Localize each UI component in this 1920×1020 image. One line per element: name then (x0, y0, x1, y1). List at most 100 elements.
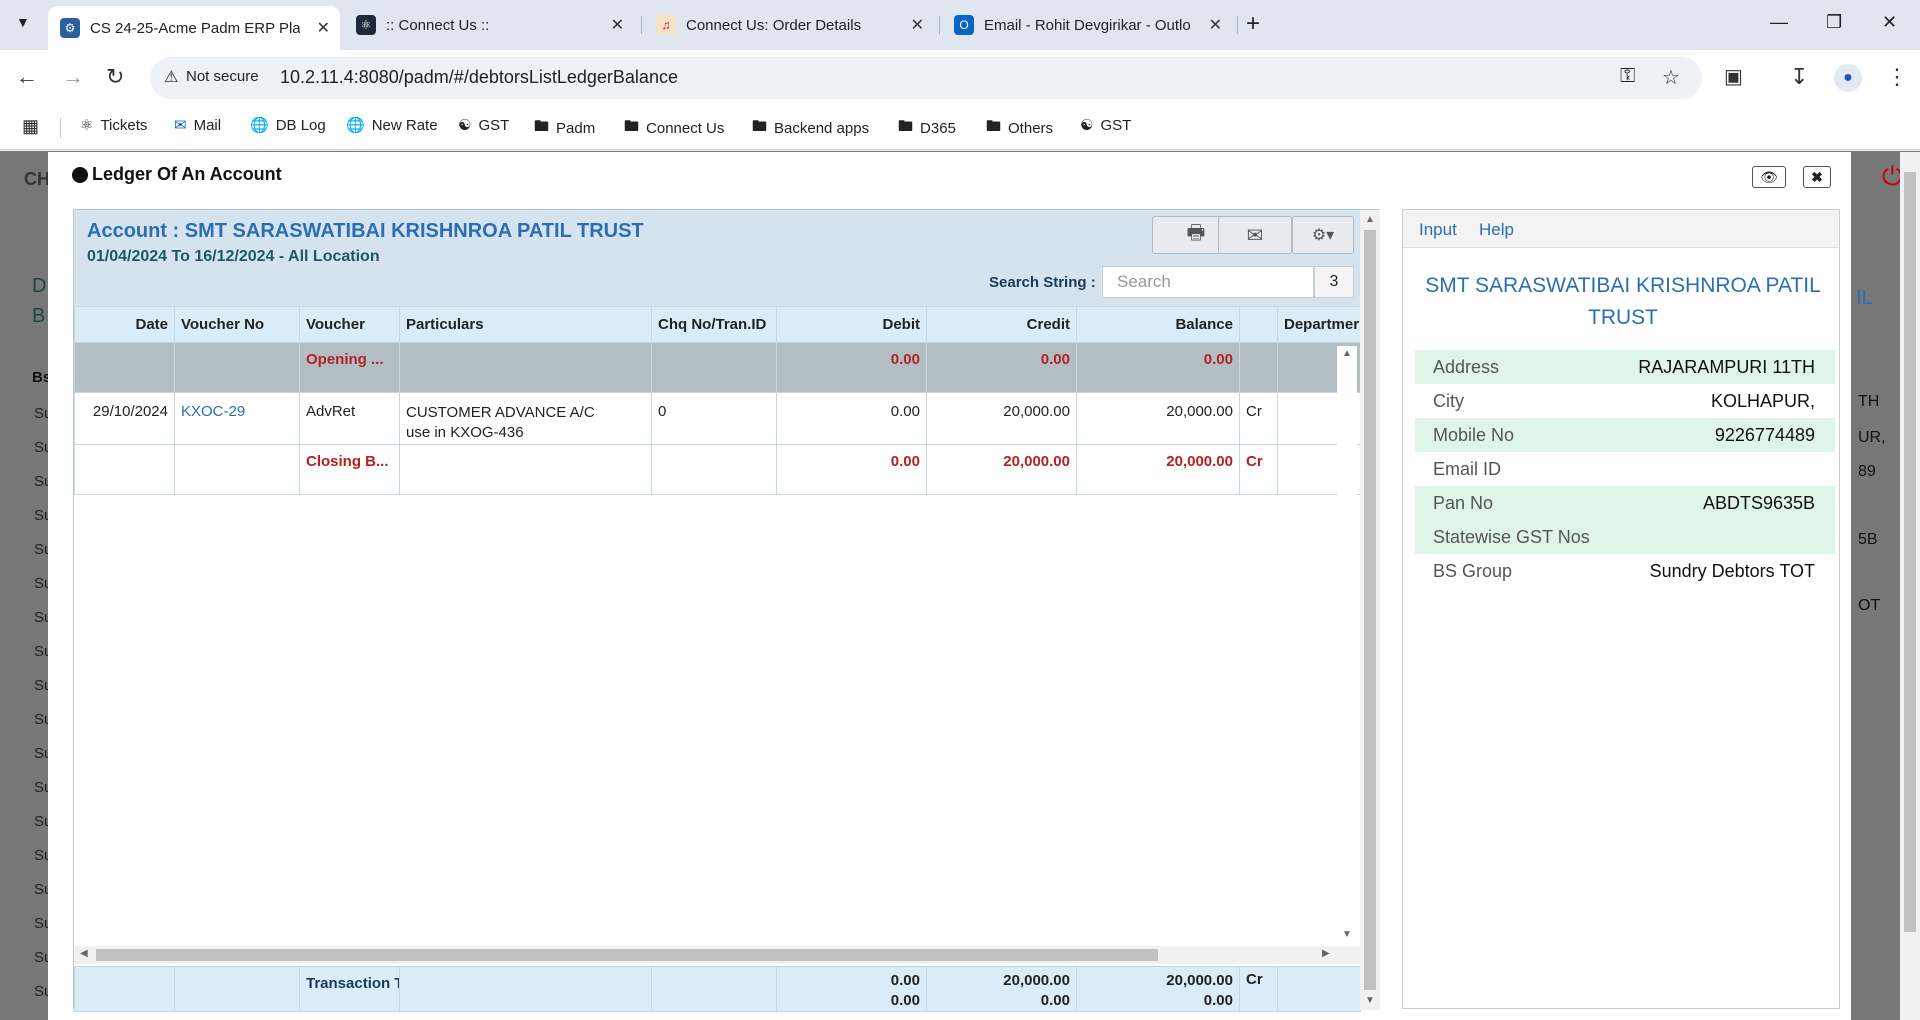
field-gst: Statewise GST Nos (1415, 520, 1835, 554)
scroll-up-arrow-icon[interactable]: ▲ (1342, 348, 1352, 359)
scroll-up-arrow-icon[interactable]: ▲ (1365, 214, 1375, 225)
row-balance: 20,000.00 (1076, 392, 1240, 445)
bookmark-others[interactable]: 🖿 Others (986, 116, 1053, 141)
modal-vscroll-thumb[interactable] (1904, 172, 1916, 932)
info-account-name: SMT SARASWATIBAI KRISHNROA PATIL TRUST (1425, 274, 1821, 329)
col-voucher-no[interactable]: Voucher No (174, 306, 300, 343)
react-app-icon: ⚙ (60, 18, 80, 38)
reload-icon[interactable]: ↻ (106, 64, 124, 90)
particulars-line: CUSTOMER ADVANCE A/C (406, 404, 595, 421)
bookmark-label: DB Log (275, 116, 326, 134)
closing-row[interactable]: Closing B... 0.00 20,000.00 20,000.00 Cr (74, 444, 1361, 495)
profile-icon[interactable]: ● (1834, 64, 1862, 92)
col-voucher[interactable]: Voucher (299, 306, 400, 343)
col-balance[interactable]: Balance (1076, 306, 1240, 343)
new-tab-icon[interactable]: + (1246, 10, 1260, 38)
col-credit[interactable]: Credit (926, 306, 1077, 343)
table-vscroll[interactable]: ▲ ▼ (1337, 346, 1357, 942)
modal-vscroll[interactable] (1900, 152, 1920, 1020)
browser-tab-erp[interactable]: ⚙ CS 24-25-Acme Padm ERP Platf ✕ (48, 6, 340, 50)
bookmark-label: New Rate (371, 116, 438, 134)
back-icon[interactable]: ← (16, 64, 38, 90)
browser-tab-connect-us[interactable]: ⚛ :: Connect Us :: ✕ (344, 8, 634, 42)
col-date[interactable]: Date (74, 306, 175, 343)
totals-debit-value: 0.00 (890, 972, 920, 989)
bookmark-d365[interactable]: 🖿 D365 (898, 116, 956, 141)
key-icon[interactable]: ⚿ (1620, 65, 1635, 88)
hide-eye-button[interactable]: 👁 (1752, 166, 1786, 188)
close-tab-icon[interactable]: ✕ (317, 18, 330, 38)
modal-close-button[interactable]: ✖ (1803, 166, 1831, 188)
tab-help[interactable]: Help (1479, 220, 1514, 240)
bookmark-padm[interactable]: 🖿 Padm (534, 116, 595, 141)
bookmark-gst-2[interactable]: ☯ GST (1080, 116, 1131, 135)
scroll-right-arrow-icon[interactable]: ▶ (1322, 948, 1330, 959)
search-label: Search String : (989, 274, 1096, 291)
close-tab-icon[interactable]: ✕ (611, 15, 624, 35)
totals-drcr: Cr (1239, 966, 1278, 1012)
outlook-icon: O (954, 15, 974, 35)
opening-row[interactable]: Opening ... 0.00 0.00 0.00 (74, 342, 1361, 393)
scroll-down-arrow-icon[interactable]: ▼ (1342, 929, 1352, 940)
settings-dropdown-button[interactable]: ⚙▾ (1292, 216, 1354, 254)
react-icon: ⚛ (80, 117, 94, 134)
bookmark-backend-apps[interactable]: 🖿 Backend apps (752, 116, 869, 141)
star-icon[interactable]: ☆ (1662, 65, 1680, 90)
col-drcr[interactable] (1239, 306, 1278, 343)
ledger-vscroll[interactable]: ▲ ▼ (1360, 210, 1380, 1010)
emblem-icon: ☯ (458, 117, 472, 134)
close-tab-icon[interactable]: ✕ (1209, 15, 1222, 35)
browser-tab-order-details[interactable]: ♫ Connect Us: Order Details ✕ (644, 8, 934, 42)
field-value: KOLHAPUR, (1710, 390, 1815, 411)
scroll-left-arrow-icon[interactable]: ◀ (80, 948, 88, 959)
bookmark-label: Others (1008, 120, 1054, 137)
hscroll-thumb[interactable] (96, 949, 1158, 961)
extensions-icon[interactable]: ▣ (1724, 64, 1743, 89)
closing-drcr: Cr (1239, 444, 1278, 495)
minimize-icon[interactable]: — (1770, 12, 1788, 33)
apps-grid-icon[interactable]: ▦ (22, 116, 39, 137)
closing-debit: 0.00 (776, 444, 927, 495)
bookmark-tickets[interactable]: ⚛ Tickets (80, 116, 147, 135)
vscroll-thumb[interactable] (1364, 230, 1376, 990)
close-tab-icon[interactable]: ✕ (911, 15, 924, 35)
table-row[interactable]: 29/10/2024 KXOC-29 AdvRet CUSTOMER ADVAN… (74, 392, 1361, 445)
col-department[interactable]: Departmer (1277, 306, 1361, 343)
menu-icon[interactable]: ⋮ (1886, 64, 1908, 90)
field-value: Sundry Debtors TOT (1649, 560, 1815, 581)
tab-search-chevron-icon[interactable]: ▼ (16, 14, 30, 30)
security-chip[interactable]: Not secure (186, 68, 259, 85)
bookmark-new-rate[interactable]: 🌐 New Rate (346, 116, 438, 135)
row-voucher-no-link[interactable]: KXOC-29 (174, 392, 300, 445)
email-button[interactable]: ✉ (1218, 216, 1292, 254)
tab-title: Email - Rohit Devgirikar - Outlo (984, 16, 1191, 34)
totals-credit-value: 20,000.00 (1003, 972, 1070, 989)
row-particulars: CUSTOMER ADVANCE A/C use in KXOG-436 (399, 392, 652, 445)
url-text[interactable]: 10.2.11.4:8080/padm/#/debtorsListLedgerB… (280, 67, 678, 88)
bookmark-label: Padm (556, 120, 596, 137)
download-icon[interactable]: ↧ (1790, 64, 1808, 90)
bookmark-mail[interactable]: ✉ Mail (174, 116, 221, 135)
totals-debit: 0.00 0.00 (776, 966, 927, 1012)
omnibox[interactable]: ⚠ Not secure 10.2.11.4:8080/padm/#/debto… (150, 57, 1702, 99)
col-debit[interactable]: Debit (776, 306, 927, 343)
bookmark-db-log[interactable]: 🌐 DB Log (250, 116, 326, 135)
info-tabs: Input Help (1403, 210, 1839, 248)
col-particulars[interactable]: Particulars (399, 306, 652, 343)
totals-balance-value: 20,000.00 (1166, 972, 1233, 989)
col-chq[interactable]: Chq No/Tran.ID (651, 306, 777, 343)
bookmark-label: Backend apps (774, 120, 870, 137)
field-mobile: Mobile No 9226774489 (1415, 418, 1835, 452)
forward-icon[interactable]: → (62, 64, 84, 90)
modal-title: Ledger Of An Account (92, 164, 282, 184)
table-hscroll[interactable]: ◀ ▶ (74, 946, 1360, 964)
search-input[interactable]: Search (1102, 266, 1314, 298)
bookmark-connect-us[interactable]: 🖿 Connect Us (624, 116, 724, 141)
totals-debit-value-2: 0.00 (890, 992, 920, 1009)
scroll-down-arrow-icon[interactable]: ▼ (1365, 995, 1375, 1006)
window-close-icon[interactable]: ✕ (1882, 12, 1897, 33)
tab-input[interactable]: Input (1419, 220, 1457, 240)
restore-icon[interactable]: ❐ (1826, 12, 1842, 33)
browser-tab-outlook[interactable]: O Email - Rohit Devgirikar - Outlo ✕ (942, 8, 1232, 42)
bookmark-gst[interactable]: ☯ GST (458, 116, 509, 135)
